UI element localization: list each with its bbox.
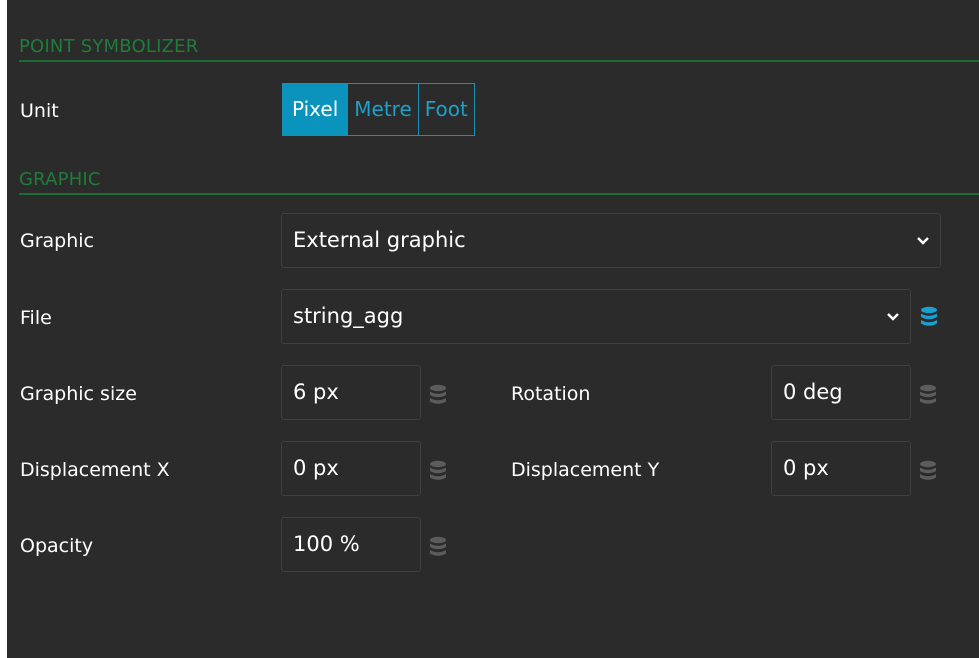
unit-option-foot[interactable]: Foot [419, 84, 474, 135]
displacement-y-label: Displacement Y [511, 459, 660, 481]
unit-option-metre[interactable]: Metre [348, 84, 419, 135]
displacement-x-input[interactable]: 0 px [281, 441, 421, 496]
displacement-y-input[interactable]: 0 px [771, 441, 911, 496]
symbolizer-panel: POINT SYMBOLIZER Unit Pixel Metre Foot G… [7, 0, 979, 658]
displacement-y-database-icon[interactable] [919, 460, 937, 482]
file-database-icon[interactable] [920, 306, 938, 328]
unit-label: Unit [20, 100, 59, 122]
rotation-label: Rotation [511, 383, 591, 405]
file-label: File [20, 307, 52, 329]
graphic-label: Graphic [20, 230, 95, 252]
rotation-input[interactable]: 0 deg [771, 365, 911, 420]
graphic-select[interactable]: External graphic [281, 213, 941, 268]
chevron-down-icon [887, 312, 899, 321]
section-header-graphic: GRAPHIC [19, 165, 979, 195]
graphic-size-input[interactable]: 6 px [281, 365, 421, 420]
graphic-select-value: External graphic [293, 228, 466, 252]
graphic-size-label: Graphic size [20, 383, 137, 405]
file-select[interactable]: string_agg [281, 289, 911, 344]
chevron-down-icon [917, 236, 929, 245]
opacity-label: Opacity [20, 535, 94, 557]
displacement-x-label: Displacement X [20, 459, 170, 481]
graphic-size-database-icon[interactable] [429, 384, 447, 406]
rotation-database-icon[interactable] [919, 384, 937, 406]
file-select-value: string_agg [293, 304, 404, 328]
unit-option-pixel[interactable]: Pixel [283, 84, 349, 135]
unit-segmented-control: Pixel Metre Foot [282, 83, 475, 136]
section-header-point-symbolizer: POINT SYMBOLIZER [19, 32, 979, 62]
opacity-input[interactable]: 100 % [281, 517, 421, 572]
opacity-database-icon[interactable] [429, 536, 447, 558]
displacement-x-database-icon[interactable] [429, 460, 447, 482]
